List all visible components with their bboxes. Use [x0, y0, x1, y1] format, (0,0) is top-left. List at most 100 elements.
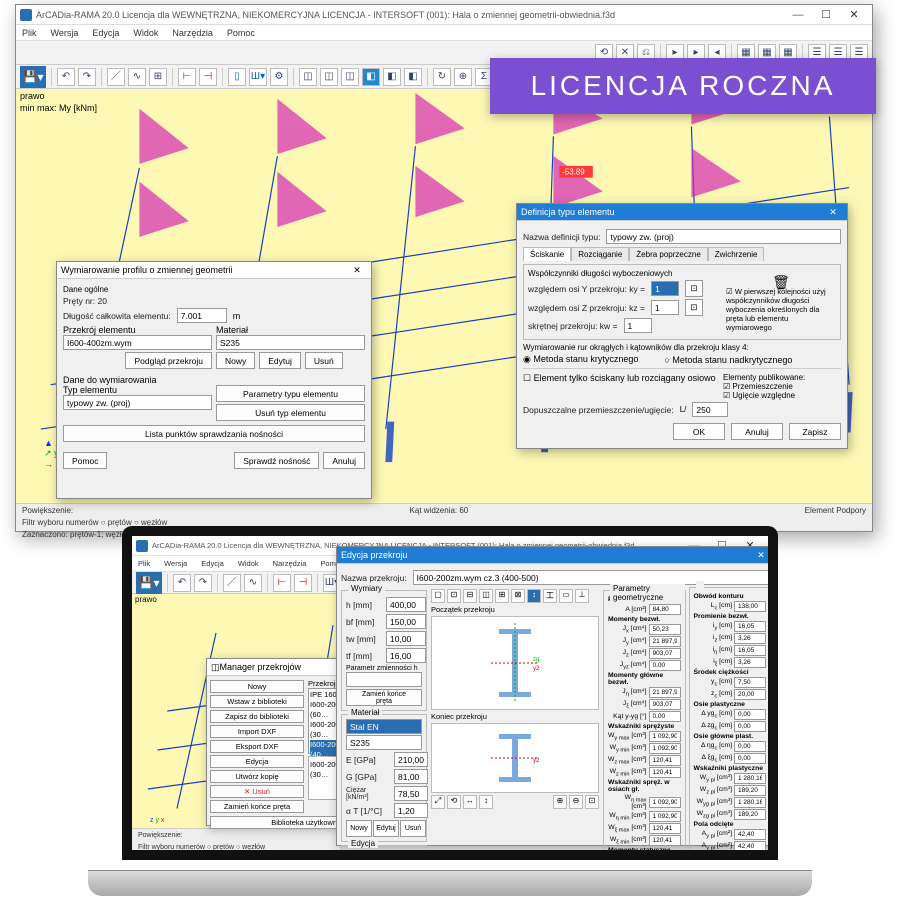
status-filter[interactable]: Filtr wyboru numerów ○ prętów ○ węzłów [138, 842, 265, 850]
tool-icon[interactable]: ◫ [341, 68, 359, 86]
checkbox-przemieszczenie[interactable]: Przemieszczenie [723, 382, 841, 391]
tool-icon[interactable]: ↶ [57, 68, 75, 86]
close-icon[interactable]: ✕ [823, 207, 843, 218]
pomoc-button[interactable]: Pomoc [63, 452, 107, 469]
checkbox-ugiecie[interactable]: Ugięcie względne [723, 391, 841, 400]
tool-icon[interactable]: ⊣ [199, 68, 217, 86]
input-E[interactable] [394, 752, 428, 767]
tool-icon[interactable]: ⤢ [431, 795, 445, 809]
tool-icon[interactable]: ／ [223, 574, 241, 592]
save-button[interactable]: 💾▾ [136, 572, 162, 594]
input-alpha[interactable] [394, 803, 428, 818]
tool-icon[interactable]: ◫ [299, 68, 317, 86]
tool-icon[interactable]: ⊡ [585, 795, 599, 809]
minimize-icon[interactable]: — [784, 9, 812, 21]
input-ky[interactable] [651, 281, 679, 296]
menu-item[interactable]: Wersja [164, 559, 187, 568]
anuluj-button[interactable]: Anuluj [731, 423, 783, 440]
menu-edycja[interactable]: Edycja [92, 28, 119, 38]
tool-icon[interactable]: ⊢ [273, 574, 291, 592]
tool-icon[interactable]: ↷ [78, 68, 96, 86]
edytuj-button[interactable]: Edytuj [373, 820, 399, 837]
ok-button[interactable]: OK [673, 423, 725, 440]
wstaw-button[interactable]: Wstaw z biblioteki [210, 695, 304, 708]
nowy-button[interactable]: Nowy [346, 820, 372, 837]
tool-icon[interactable]: ∿ [128, 68, 146, 86]
input-dop[interactable] [692, 402, 728, 417]
tool-icon[interactable]: ↔ [463, 795, 477, 809]
checkbox-note[interactable]: W pierwszej kolejności użyj współczynnik… [726, 287, 836, 332]
tool-icon[interactable]: ↕ [527, 589, 541, 603]
dialog-title[interactable]: Edycja przekroju✕ [337, 547, 768, 564]
input-tf[interactable] [386, 648, 426, 663]
tool-icon[interactable]: ⊟ [463, 589, 477, 603]
import-button[interactable]: Import DXF [210, 725, 304, 738]
section-toolbar[interactable]: ▢⊡⊟◫⊞⊠↕工▭⊥ [431, 589, 599, 603]
tool-icon[interactable]: ◧ [404, 68, 422, 86]
select-mat2[interactable] [346, 735, 422, 750]
save-button[interactable]: 💾▾ [20, 66, 46, 88]
eksport-button[interactable]: Eksport DXF [210, 740, 304, 753]
edycja-button[interactable]: Edycja [210, 755, 304, 768]
tool-icon[interactable]: ⊡ [447, 589, 461, 603]
input-h[interactable] [386, 597, 426, 612]
tool-icon[interactable]: ▯ [228, 68, 246, 86]
tool-icon[interactable]: 工 [543, 589, 557, 603]
maximize-icon[interactable]: ☐ [812, 8, 840, 21]
zamien-button[interactable]: Zamień końce pręta [210, 800, 304, 813]
tool-icon[interactable]: ⊣ [294, 574, 312, 592]
radio-nadkryt[interactable]: Metoda stanu nadkrytycznego [664, 355, 792, 365]
input-przekroj[interactable] [63, 335, 212, 350]
menu-plik[interactable]: Plik [22, 28, 37, 38]
menu-narzedzia[interactable]: Narzędzia [172, 28, 213, 38]
menu-item[interactable]: Widok [238, 559, 259, 568]
tool-icon[interactable]: ⊞ [149, 68, 167, 86]
menu-pomoc[interactable]: Pomoc [227, 28, 255, 38]
tool-icon[interactable]: ◧ [383, 68, 401, 86]
nowy-button[interactable]: Nowy [216, 352, 255, 369]
input-bf[interactable] [386, 614, 426, 629]
tab-rozciaganie[interactable]: Rozciąganie [571, 247, 629, 261]
edytuj-button[interactable]: Edytuj [259, 352, 301, 369]
usun-button[interactable]: Usuń [305, 352, 343, 369]
select-typ[interactable] [63, 395, 212, 410]
close-icon[interactable]: ✕ [751, 550, 768, 561]
section-toolbar-bottom[interactable]: ⤢⟲↔↕ ⊕⊖⊡ [431, 795, 599, 809]
tool-icon[interactable]: ↻ [433, 68, 451, 86]
tool-icon[interactable]: ⊠ [511, 589, 525, 603]
podglad-button[interactable]: Podgląd przekroju [125, 352, 212, 369]
window-controls[interactable]: —☐✕ [784, 8, 868, 21]
menu-item[interactable]: Narzędzia [273, 559, 307, 568]
tool-icon[interactable]: ⊕ [553, 795, 567, 809]
input-material[interactable] [216, 335, 365, 350]
tool-icon[interactable]: ⊞ [495, 589, 509, 603]
zapisz-button[interactable]: Zapisz do biblioteki [210, 710, 304, 723]
input-tw[interactable] [386, 631, 426, 646]
anuluj-button[interactable]: Anuluj [323, 452, 365, 469]
picker-icon[interactable]: ⊡ [685, 299, 703, 316]
tool-icon[interactable]: ↕ [479, 795, 493, 809]
input-G[interactable] [394, 769, 428, 784]
tab-zwichrzenie[interactable]: Zwichrzenie [708, 247, 765, 261]
tool-icon[interactable]: ⊖ [569, 795, 583, 809]
tool-icon[interactable]: ↷ [194, 574, 212, 592]
input-kw[interactable] [624, 318, 652, 333]
tool-icon[interactable]: ◫ [479, 589, 493, 603]
select-mat1[interactable] [346, 719, 422, 734]
usun-typ-button[interactable]: Usuń typ elementu [216, 404, 365, 421]
menu-item[interactable]: Plik [138, 559, 150, 568]
tool-icon[interactable]: ↶ [173, 574, 191, 592]
radio-kryt[interactable]: Metoda stanu krytycznego [523, 354, 638, 365]
tool-icon[interactable]: ⟲ [447, 795, 461, 809]
select-param[interactable] [346, 672, 422, 687]
parametry-button[interactable]: Parametry typu elementu [216, 385, 365, 402]
close-icon[interactable]: ✕ [347, 265, 367, 276]
kopia-button[interactable]: Utwórz kopię [210, 770, 304, 783]
tab-sciskanie[interactable]: Ściskanie [523, 247, 571, 261]
picker-icon[interactable]: ⊡ [685, 280, 703, 297]
tool-icon[interactable]: ◧ [362, 68, 380, 86]
tab-zebra[interactable]: Żebra poprzeczne [629, 247, 707, 261]
tool-icon[interactable]: Ш▾ [249, 68, 267, 86]
sprawdz-button[interactable]: Sprawdź nośność [234, 452, 319, 469]
tool-icon[interactable]: ／ [107, 68, 125, 86]
